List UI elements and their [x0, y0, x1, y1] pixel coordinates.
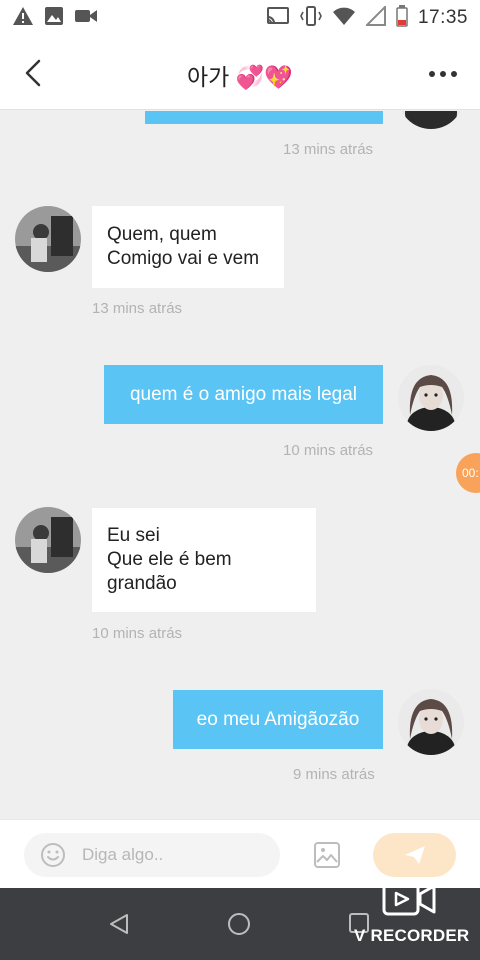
cast-icon [266, 6, 290, 31]
nav-home-button[interactable] [227, 912, 251, 941]
message-bubble: eo meu Amigãozão [173, 690, 383, 749]
image-icon [314, 842, 340, 868]
more-button[interactable] [426, 62, 460, 86]
avatar[interactable] [15, 507, 81, 573]
image-button[interactable] [312, 840, 342, 870]
message-bubble [145, 111, 383, 124]
more-icon [429, 71, 457, 77]
signal-icon [364, 4, 386, 31]
message-timestamp: 10 mins atrás [92, 625, 183, 642]
recorder-watermark: V RECORDER [354, 882, 474, 948]
video-icon [74, 7, 98, 30]
wifi-icon [332, 6, 356, 31]
warning-icon [12, 6, 34, 31]
battery-icon [396, 4, 408, 32]
message-timestamp: 10 mins atrás [283, 442, 374, 459]
message-bubble: quem é o amigo mais legal [104, 365, 383, 424]
message-input[interactable] [82, 833, 267, 877]
image-icon [44, 6, 64, 31]
video-camera-icon [382, 882, 438, 923]
avatar[interactable] [398, 111, 464, 129]
chat-list[interactable]: 13 mins atrás Quem, quem Comigo vai e ve… [0, 111, 480, 819]
message-bubble: Quem, quem Comigo vai e vem [92, 206, 284, 288]
page-title: 아가 💞💖 [187, 64, 293, 90]
chat-header: 아가 💞💖 [0, 36, 480, 110]
system-nav-bar: V RECORDER [0, 882, 480, 960]
message-bubble: Eu sei Que ele é bem grandão [92, 508, 316, 612]
avatar[interactable] [15, 206, 81, 272]
status-time: 17:35 [417, 7, 468, 28]
vibrate-icon [300, 5, 322, 32]
avatar[interactable] [398, 689, 464, 755]
message-timestamp: 13 mins atrás [283, 141, 374, 158]
nav-back-button[interactable] [107, 912, 131, 941]
message-timestamp: 13 mins atrás [92, 300, 183, 317]
message-composer [0, 819, 480, 888]
send-icon [404, 846, 425, 864]
send-button[interactable] [373, 833, 456, 877]
triangle-back-icon [110, 914, 128, 934]
recorder-label: V RECORDER [354, 926, 470, 945]
circle-home-icon [228, 913, 250, 935]
message-timestamp: 9 mins atrás [293, 766, 375, 783]
status-bar: 17:35 [0, 0, 480, 36]
emoji-icon[interactable] [40, 842, 66, 873]
message-input-wrapper [24, 833, 280, 877]
avatar[interactable] [398, 365, 464, 431]
